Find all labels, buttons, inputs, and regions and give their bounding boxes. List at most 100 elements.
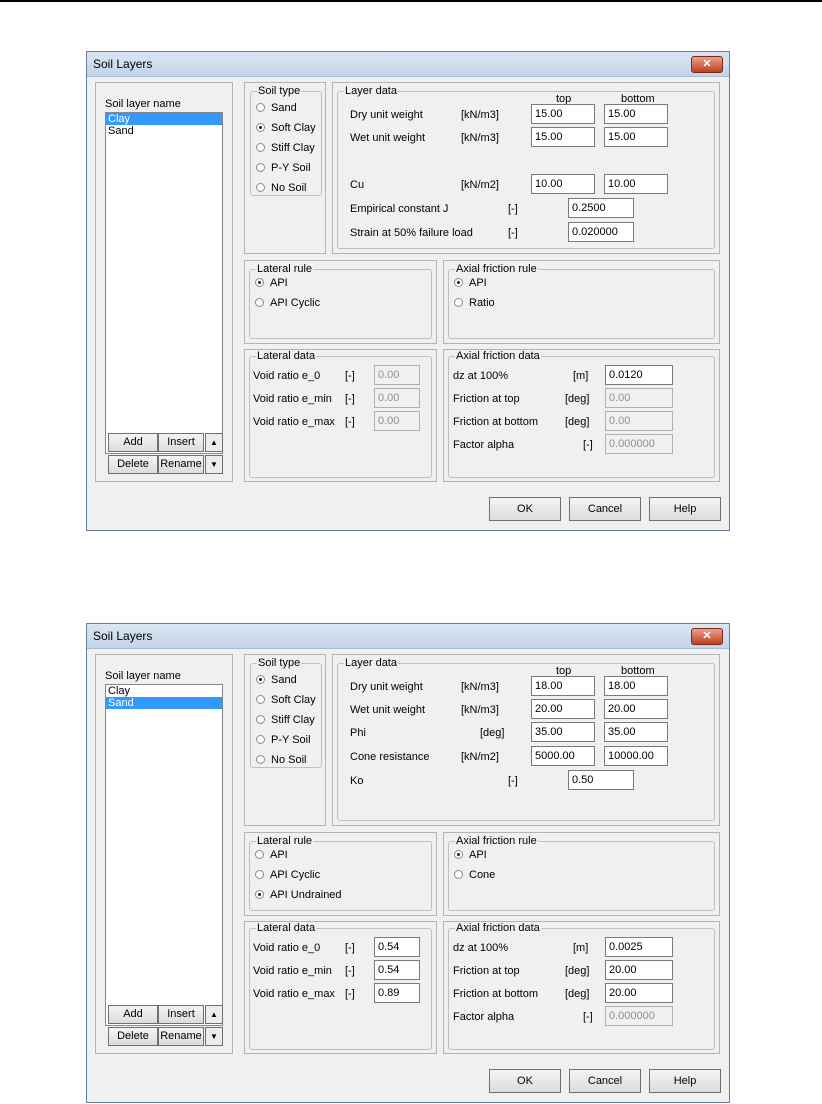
soil-type-soft-clay-radio[interactable]: Soft Clay bbox=[256, 122, 316, 136]
wet-unit-weight-bottom-input[interactable]: 20.00 bbox=[604, 699, 668, 719]
layer-list-item-sand[interactable]: Sand bbox=[106, 125, 222, 137]
factor-alpha-input[interactable]: 0.000000 bbox=[605, 434, 673, 454]
phi-top-input[interactable]: 35.00 bbox=[531, 722, 595, 742]
close-button[interactable]: ✕ bbox=[691, 56, 723, 73]
soil-type-sand-radio[interactable]: Sand bbox=[256, 674, 297, 688]
rename-button[interactable]: Rename bbox=[158, 455, 204, 474]
page-top-rule bbox=[0, 0, 822, 2]
soil-type-no-soil-radio[interactable]: No Soil bbox=[256, 182, 306, 196]
wet-unit-weight-label: Wet unit weight bbox=[350, 704, 426, 716]
lateral-rule-api-cyclic-radio[interactable]: API Cyclic bbox=[255, 297, 320, 311]
cancel-button[interactable]: Cancel bbox=[569, 1069, 641, 1093]
soil-type-py-soil-radio[interactable]: P-Y Soil bbox=[256, 734, 311, 748]
friction-at-bottom-input[interactable]: 0.00 bbox=[605, 411, 673, 431]
dz-at-100-input[interactable]: 0.0120 bbox=[605, 365, 673, 385]
add-button[interactable]: Add bbox=[108, 1005, 158, 1024]
layer-listbox[interactable]: Clay Sand bbox=[105, 684, 223, 1026]
void-ratio-emin-input[interactable]: 0.00 bbox=[374, 388, 420, 408]
layer-list-item-clay[interactable]: Clay bbox=[106, 113, 222, 125]
empirical-constant-j-input[interactable]: 0.2500 bbox=[568, 198, 634, 218]
lateral-rule-panel: Lateral rule API API Cyclic API Undraine… bbox=[244, 832, 437, 916]
cone-resistance-label: Cone resistance bbox=[350, 751, 430, 763]
layer-data-group: Layer data top bottom Dry unit weight [k… bbox=[337, 85, 715, 249]
void-ratio-e0-input[interactable]: 0.54 bbox=[374, 937, 420, 957]
phi-bottom-input[interactable]: 35.00 bbox=[604, 722, 668, 742]
friction-at-bottom-input[interactable]: 20.00 bbox=[605, 983, 673, 1003]
lateral-rule-api-radio[interactable]: API bbox=[255, 849, 288, 863]
soil-type-py-soil-radio[interactable]: P-Y Soil bbox=[256, 162, 311, 176]
wet-unit-weight-top-input[interactable]: 20.00 bbox=[531, 699, 595, 719]
layer-list-item-clay[interactable]: Clay bbox=[106, 685, 222, 697]
help-button[interactable]: Help bbox=[649, 1069, 721, 1093]
dry-unit-weight-top-input[interactable]: 15.00 bbox=[531, 104, 595, 124]
cancel-button[interactable]: Cancel bbox=[569, 497, 641, 521]
lateral-rule-api-cyclic-radio[interactable]: API Cyclic bbox=[255, 869, 320, 883]
void-ratio-emax-input[interactable]: 0.89 bbox=[374, 983, 420, 1003]
wet-unit-weight-top-input[interactable]: 15.00 bbox=[531, 127, 595, 147]
friction-at-top-unit: [deg] bbox=[565, 393, 590, 405]
ok-button[interactable]: OK bbox=[489, 1069, 561, 1093]
soil-type-group: Soil type Sand Soft Clay Stiff Clay P-Y … bbox=[250, 85, 322, 196]
soil-type-no-soil-radio[interactable]: No Soil bbox=[256, 754, 306, 768]
lateral-rule-group: Lateral rule API API Cyclic API Undraine… bbox=[249, 835, 432, 911]
wet-unit-weight-unit: [kN/m3] bbox=[461, 704, 499, 716]
layer-data-label: Layer data bbox=[344, 657, 398, 669]
axial-rule-api-radio[interactable]: API bbox=[454, 277, 487, 291]
dry-unit-weight-bottom-input[interactable]: 15.00 bbox=[604, 104, 668, 124]
axial-rule-cone-radio[interactable]: Cone bbox=[454, 869, 495, 883]
add-button[interactable]: Add bbox=[108, 433, 158, 452]
close-button[interactable]: ✕ bbox=[691, 628, 723, 645]
cu-top-input[interactable]: 10.00 bbox=[531, 174, 595, 194]
void-ratio-emin-label: Void ratio e_min bbox=[253, 965, 332, 977]
help-button[interactable]: Help bbox=[649, 497, 721, 521]
delete-button[interactable]: Delete bbox=[108, 1027, 158, 1046]
void-ratio-emax-input[interactable]: 0.00 bbox=[374, 411, 420, 431]
soil-type-soft-clay-radio[interactable]: Soft Clay bbox=[256, 694, 316, 708]
void-ratio-e0-unit: [-] bbox=[345, 370, 355, 382]
move-up-icon[interactable]: ▲ bbox=[205, 433, 223, 452]
cone-resistance-top-input[interactable]: 5000.00 bbox=[531, 746, 595, 766]
ko-unit: [-] bbox=[508, 775, 518, 787]
soil-type-stiff-clay-radio[interactable]: Stiff Clay bbox=[256, 142, 315, 156]
dz-at-100-input[interactable]: 0.0025 bbox=[605, 937, 673, 957]
strain-at-50-input[interactable]: 0.020000 bbox=[568, 222, 634, 242]
soil-type-sand-radio[interactable]: Sand bbox=[256, 102, 297, 116]
move-down-icon[interactable]: ▼ bbox=[205, 455, 223, 474]
insert-button[interactable]: Insert bbox=[158, 1005, 204, 1024]
strain-at-50-label: Strain at 50% failure load bbox=[350, 227, 473, 239]
move-down-icon[interactable]: ▼ bbox=[205, 1027, 223, 1046]
layer-list-item-sand[interactable]: Sand bbox=[106, 697, 222, 709]
dry-unit-weight-bottom-input[interactable]: 18.00 bbox=[604, 676, 668, 696]
axial-data-group: Axial friction data dz at 100% [m] 0.002… bbox=[448, 922, 715, 1050]
delete-button[interactable]: Delete bbox=[108, 455, 158, 474]
layer-list-panel: Soil layer name Clay Sand Add Insert ▲ D… bbox=[95, 654, 233, 1054]
cone-resistance-bottom-input[interactable]: 10000.00 bbox=[604, 746, 668, 766]
void-ratio-emin-input[interactable]: 0.54 bbox=[374, 960, 420, 980]
friction-at-top-input[interactable]: 0.00 bbox=[605, 388, 673, 408]
layer-data-panel: Layer data top bottom Dry unit weight [k… bbox=[332, 654, 720, 826]
move-up-icon[interactable]: ▲ bbox=[205, 1005, 223, 1024]
friction-at-bottom-unit: [deg] bbox=[565, 416, 590, 428]
ok-button[interactable]: OK bbox=[489, 497, 561, 521]
phi-label: Phi bbox=[350, 727, 366, 739]
void-ratio-e0-input[interactable]: 0.00 bbox=[374, 365, 420, 385]
ko-input[interactable]: 0.50 bbox=[568, 770, 634, 790]
lateral-data-panel: Lateral data Void ratio e_0 [-] 0.00 Voi… bbox=[244, 349, 437, 482]
void-ratio-e0-label: Void ratio e_0 bbox=[253, 942, 321, 954]
lateral-data-group: Lateral data Void ratio e_0 [-] 0.54 Voi… bbox=[249, 922, 432, 1050]
insert-button[interactable]: Insert bbox=[158, 433, 204, 452]
cu-bottom-input[interactable]: 10.00 bbox=[604, 174, 668, 194]
dry-unit-weight-top-input[interactable]: 18.00 bbox=[531, 676, 595, 696]
layer-listbox[interactable]: Clay Sand bbox=[105, 112, 223, 454]
rename-button[interactable]: Rename bbox=[158, 1027, 204, 1046]
axial-rule-api-radio[interactable]: API bbox=[454, 849, 487, 863]
friction-at-top-input[interactable]: 20.00 bbox=[605, 960, 673, 980]
soil-type-label: Soil type bbox=[257, 657, 302, 669]
lateral-rule-api-undrained-radio[interactable]: API Undrained bbox=[255, 889, 342, 903]
lateral-rule-label: Lateral rule bbox=[256, 263, 314, 275]
soil-type-stiff-clay-radio[interactable]: Stiff Clay bbox=[256, 714, 315, 728]
wet-unit-weight-bottom-input[interactable]: 15.00 bbox=[604, 127, 668, 147]
axial-rule-ratio-radio[interactable]: Ratio bbox=[454, 297, 495, 311]
lateral-rule-api-radio[interactable]: API bbox=[255, 277, 288, 291]
factor-alpha-input[interactable]: 0.000000 bbox=[605, 1006, 673, 1026]
